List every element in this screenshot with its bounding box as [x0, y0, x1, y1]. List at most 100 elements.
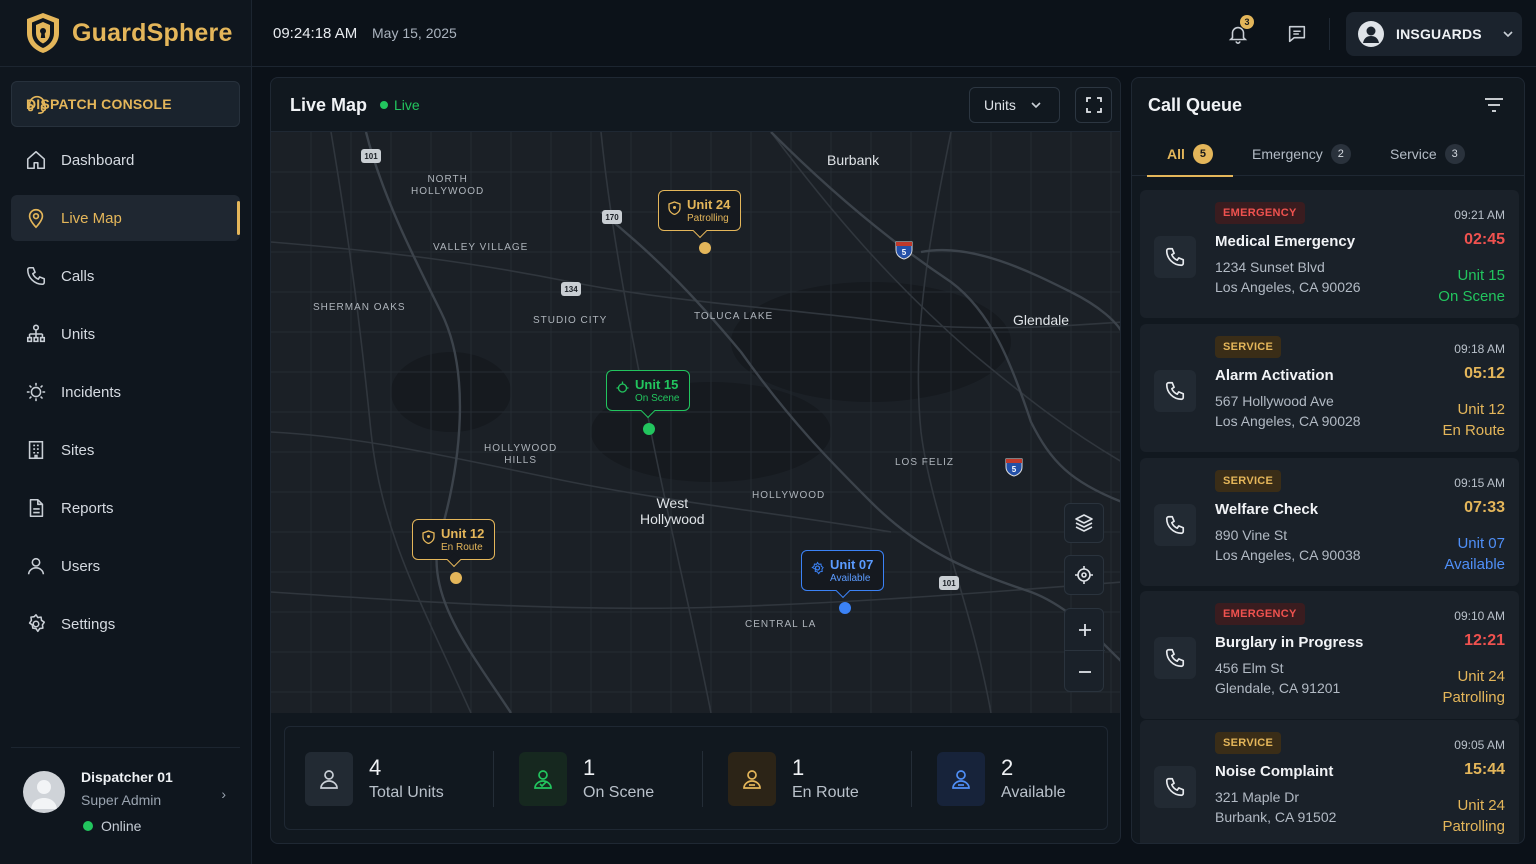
- tab-all[interactable]: All 5: [1147, 132, 1233, 177]
- sidebar-item-units[interactable]: Units: [11, 311, 240, 357]
- call-title: Medical Emergency: [1215, 233, 1356, 250]
- sidebar-item-dashboard[interactable]: Dashboard: [11, 137, 240, 183]
- sidebar-item-label: Units: [61, 325, 96, 343]
- divider: [911, 751, 912, 807]
- fullscreen-button[interactable]: [1075, 87, 1112, 123]
- call-time: 09:21 AM: [1454, 208, 1505, 222]
- call-address-line1: 321 Maple Dr: [1215, 789, 1300, 805]
- dispatch-console-button[interactable]: DISPATCH CONSOLE: [11, 81, 240, 127]
- tab-service[interactable]: Service 3: [1390, 132, 1465, 176]
- sidebar-item-calls[interactable]: Calls: [11, 253, 240, 299]
- filter-icon: [1485, 98, 1503, 112]
- unit-pin[interactable]: [699, 242, 711, 254]
- unit-pin[interactable]: [643, 423, 655, 435]
- messages-button[interactable]: [1286, 23, 1308, 48]
- user-status: Online: [81, 818, 141, 834]
- svg-text:5: 5: [1012, 465, 1017, 474]
- units-filter-dropdown[interactable]: Units: [969, 87, 1060, 123]
- map-label-sherman-oaks: SHERMAN OAKS: [313, 302, 406, 313]
- alert-siren-icon: [26, 382, 46, 402]
- call-card[interactable]: SERVICE Noise Complaint 321 Maple Dr Bur…: [1140, 720, 1519, 843]
- zoom-in-button[interactable]: [1065, 609, 1105, 651]
- map-label-central-la: CENTRAL LA: [745, 619, 817, 630]
- sidebar-item-settings[interactable]: Settings: [11, 601, 240, 647]
- call-card[interactable]: EMERGENCY Burglary in Progress 456 Elm S…: [1140, 591, 1519, 719]
- zoom-controls: [1064, 608, 1105, 693]
- zoom-out-button[interactable]: [1065, 651, 1105, 693]
- unit-name: Unit 24: [687, 197, 731, 212]
- unit-marker-12[interactable]: Unit 12 En Route: [412, 519, 496, 568]
- call-card[interactable]: SERVICE Welfare Check 890 Vine St Los An…: [1140, 458, 1519, 586]
- tab-emergency[interactable]: Emergency 2: [1252, 132, 1351, 176]
- call-address-line1: 567 Hollywood Ave: [1215, 393, 1334, 409]
- sidebar-nav: Dashboard Live Map Calls Units Incidents…: [11, 137, 240, 659]
- interstate-5-shield-icon: 5: [895, 241, 913, 260]
- call-address-line2: Glendale, CA 91201: [1215, 680, 1341, 696]
- tab-label: Service: [1390, 146, 1437, 162]
- filter-button[interactable]: [1484, 97, 1504, 116]
- stat-label: On Scene: [583, 784, 655, 801]
- highway-101-shield: 101: [939, 576, 959, 590]
- call-timer: 02:45: [1464, 231, 1505, 248]
- call-queue-header: Call Queue: [1132, 78, 1524, 132]
- divider: [493, 751, 494, 807]
- unit-marker-07[interactable]: Unit 07 Available: [801, 550, 885, 599]
- brand[interactable]: GuardSphere: [0, 0, 251, 67]
- unit-marker-15[interactable]: Unit 15 On Scene: [606, 370, 691, 419]
- avatar: [23, 771, 65, 813]
- highway-101-shield: 101: [361, 149, 381, 163]
- priority-tag: EMERGENCY: [1215, 603, 1305, 625]
- phone-icon: [1154, 637, 1196, 679]
- account-menu[interactable]: INSGUARDS: [1346, 12, 1522, 56]
- unit-marker-24[interactable]: Unit 24 Patrolling: [658, 190, 742, 239]
- unit-pin[interactable]: [450, 572, 462, 584]
- sidebar-item-sites[interactable]: Sites: [11, 427, 240, 473]
- layers-button[interactable]: [1064, 503, 1104, 543]
- notification-count-badge: 3: [1240, 15, 1254, 29]
- minus-icon: [1079, 671, 1091, 673]
- map-header: Live Map Live Units: [271, 78, 1120, 132]
- map-pin-icon: [28, 208, 44, 229]
- tab-count-badge: 5: [1192, 144, 1213, 164]
- stat-on-scene: 1 On Scene: [499, 727, 699, 831]
- call-queue-panel: Call Queue All 5 Emergency 2 Service 3 E…: [1131, 77, 1525, 844]
- call-queue-title: Call Queue: [1148, 95, 1243, 115]
- unit-status: Patrolling: [1442, 818, 1505, 835]
- call-title: Welfare Check: [1215, 501, 1319, 518]
- map-label-glendale: Glendale: [1013, 312, 1070, 328]
- current-time: 09:24:18 AM: [273, 25, 358, 42]
- locate-button[interactable]: [1064, 555, 1104, 595]
- call-timer: 15:44: [1464, 761, 1505, 778]
- sidebar-item-incidents[interactable]: Incidents: [11, 369, 240, 415]
- stat-value: 1: [583, 755, 596, 780]
- call-address-line2: Burbank, CA 91502: [1215, 809, 1337, 825]
- message-icon: [1288, 25, 1306, 43]
- divider: [1329, 18, 1330, 50]
- unit-pin[interactable]: [839, 602, 851, 614]
- map-label-burbank: Burbank: [827, 152, 880, 168]
- call-title: Noise Complaint: [1215, 763, 1334, 780]
- map-canvas[interactable]: NORTH HOLLYWOOD VALLEY VILLAGE SHERMAN OA…: [271, 132, 1120, 713]
- call-card[interactable]: SERVICE Alarm Activation 567 Hollywood A…: [1140, 324, 1519, 452]
- sidebar-item-label: Reports: [61, 499, 114, 517]
- chevron-right-icon[interactable]: ›: [221, 786, 226, 802]
- map-label-valley-village: VALLEY VILLAGE: [433, 242, 529, 253]
- home-icon: [26, 150, 46, 170]
- current-user[interactable]: Dispatcher 01 Super Admin Online ›: [11, 747, 240, 852]
- unit-name: Unit 07: [830, 557, 874, 572]
- unit-status: Patrolling: [687, 213, 729, 224]
- sidebar-item-users[interactable]: Users: [11, 543, 240, 589]
- call-queue-tabs: All 5 Emergency 2 Service 3: [1132, 132, 1524, 177]
- tab-count-badge: 2: [1330, 144, 1351, 164]
- call-timer: 12:21: [1464, 632, 1505, 649]
- map-title: Live Map: [290, 95, 368, 115]
- unit-name: Unit 12: [441, 526, 485, 541]
- call-card[interactable]: EMERGENCY Medical Emergency 1234 Sunset …: [1140, 190, 1519, 318]
- layers-icon: [1075, 514, 1093, 532]
- call-title: Burglary in Progress: [1215, 634, 1364, 651]
- unit-status: On Scene: [1438, 288, 1505, 305]
- call-address-line1: 1234 Sunset Blvd: [1215, 259, 1325, 275]
- sidebar-item-live-map[interactable]: Live Map: [11, 195, 240, 241]
- sidebar-item-reports[interactable]: Reports: [11, 485, 240, 531]
- gear-icon: [28, 614, 46, 633]
